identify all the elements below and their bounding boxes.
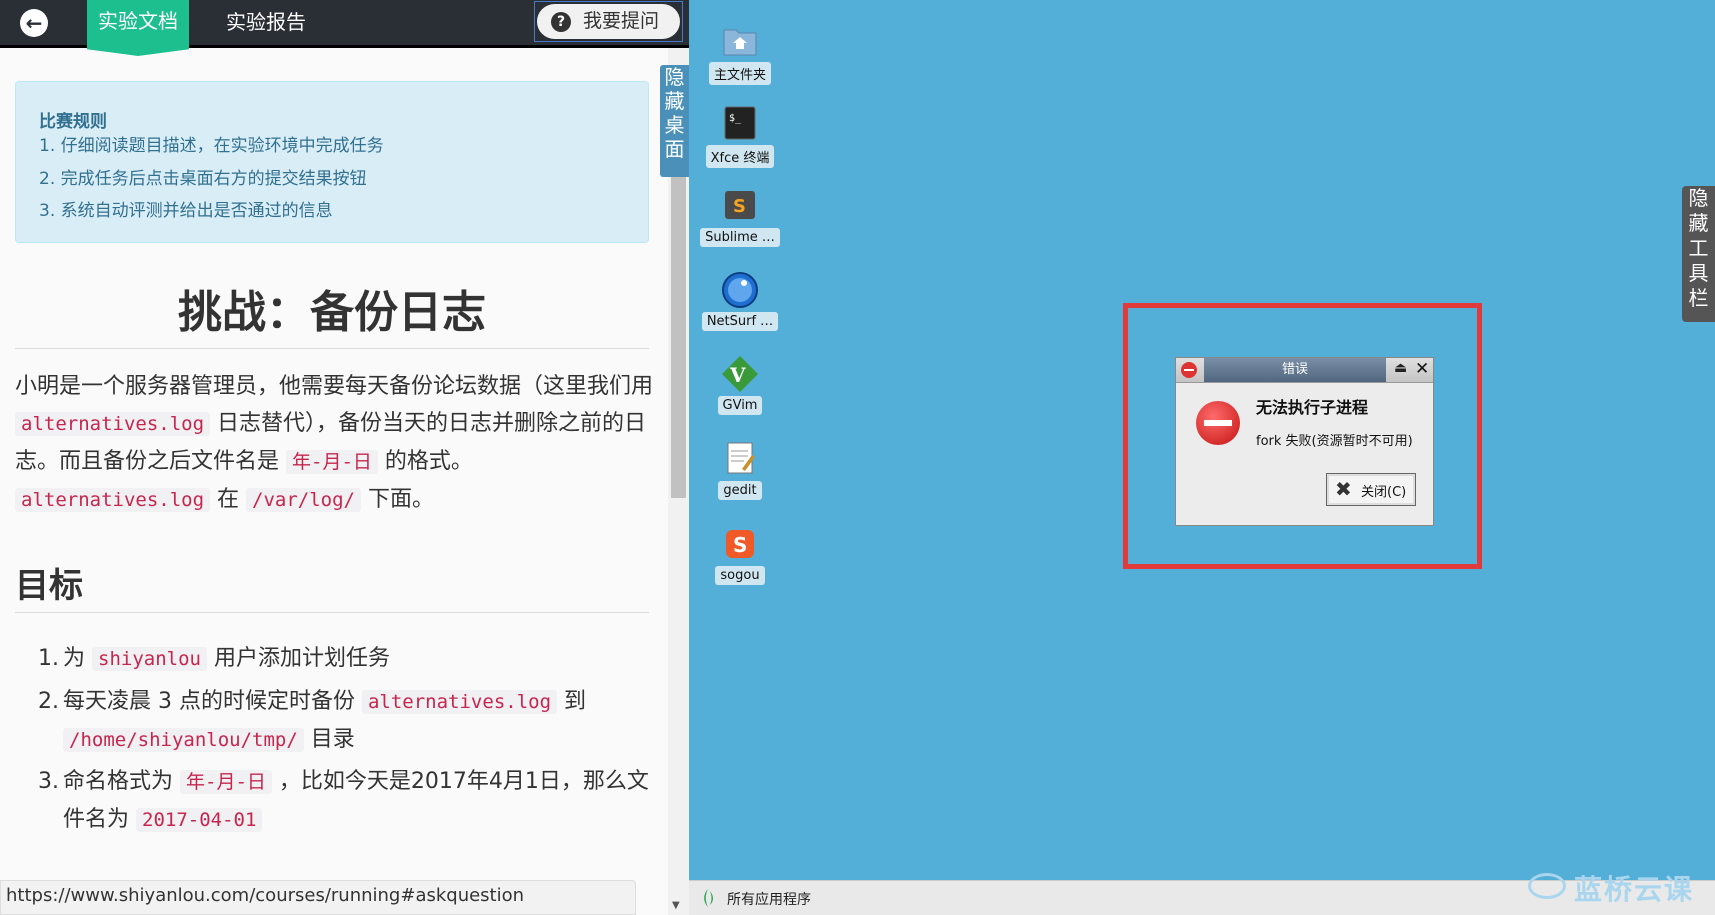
terminal-icon: $_ [720,103,760,143]
rule-item: 1. 仔细阅读题目描述，在实验环境中完成任务 [39,136,384,156]
window-menu-icon[interactable] [1181,362,1197,378]
inline-code: alternatives.log [15,488,211,512]
svg-text:V: V [729,363,746,387]
doc-scrollbar[interactable]: ▼ [668,48,689,915]
inline-code: 年-月-日 [180,770,272,794]
goal-heading: 目标 [15,566,83,606]
inline-code: /home/shiyanlou/tmp/ [63,728,304,752]
arrow-left-icon: ← [25,11,43,35]
inline-code: alternatives.log [15,412,211,436]
inline-code: alternatives.log [361,690,558,714]
error-icon [1196,401,1240,445]
goal-item: 3. 命名格式为 年-月-日 ，比如今天是2017年4月1日，那么文件名为 20… [38,769,649,832]
close-icon[interactable]: ✕ [1415,359,1429,379]
goal-item: 1. 为 shiyanlou 用户添加计划任务 [38,646,390,671]
sublime-icon: S [720,186,760,226]
scroll-down-icon[interactable]: ▼ [672,900,680,911]
sogou-icon: S [720,524,760,564]
close-button-label: 关闭(C) [1361,485,1407,500]
back-button[interactable]: ← [20,9,48,37]
divider [15,612,649,613]
inline-code: 年-月-日 [286,450,378,474]
status-url: https://www.shiyanlou.com/courses/runnin… [0,880,636,915]
home-folder-icon [720,20,760,60]
rules-title: 比赛规则 [39,112,107,132]
lanqiao-logo-icon [1528,873,1566,899]
ask-question-label: 我要提问 [583,10,660,32]
divider [15,348,649,349]
tab-lab-document[interactable]: 实验文档 [87,0,189,56]
desktop-icon-home[interactable]: 主文件夹 [700,20,780,85]
scroll-thumb[interactable] [671,176,686,498]
dialog-title: 错误 [1204,358,1386,382]
netsurf-icon [720,270,760,310]
error-dialog: 错误 ⏏ ✕ 无法执行子进程 fork 失败(资源暂时不可用) ✖ 关闭(C) [1175,357,1434,526]
dialog-titlebar[interactable]: 错误 ⏏ ✕ [1176,358,1433,383]
desktop-icon-gedit[interactable]: gedit [700,439,780,500]
rule-item: 3. 系统自动评测并给出是否通过的信息 [39,201,333,221]
desktop-icon-gvim[interactable]: V GVim [700,354,780,415]
question-icon: ? [551,12,571,32]
gvim-icon: V [720,354,760,394]
dialog-message: fork 失败(资源暂时不可用) [1256,434,1413,449]
hide-desktop-button[interactable]: 隐藏桌面 [660,65,689,177]
top-navbar: ← 实验文档 实验报告 ? 我要提问 [0,0,689,56]
tab-lab-report[interactable]: 实验报告 [226,0,306,44]
ask-question-button[interactable]: ? 我要提问 [534,1,683,42]
gedit-icon [720,439,760,479]
close-x-icon: ✖ [1335,477,1352,501]
svg-text:$_: $_ [729,113,742,124]
challenge-title: 挑战：备份日志 [178,287,486,338]
desktop-icon-netsurf[interactable]: NetSurf … [700,270,780,331]
inline-code: 2017-04-01 [136,808,263,832]
dialog-close-button[interactable]: ✖ 关闭(C) [1326,473,1416,506]
all-apps-menu[interactable]: 所有应用程序 [727,889,811,909]
desktop-icon-terminal[interactable]: $_ Xfce 终端 [700,103,780,168]
rules-box: 比赛规则 1. 仔细阅读题目描述，在实验环境中完成任务 2. 完成任务后点击桌面… [15,81,649,243]
desktop-icon-sogou[interactable]: S sogou [700,524,780,585]
apps-menu-icon[interactable] [701,888,715,908]
dialog-heading: 无法执行子进程 [1256,398,1369,417]
inline-code: /var/log/ [246,488,361,512]
desktop-icon-sublime[interactable]: S Sublime … [700,186,780,247]
intro-paragraph: 小明是一个服务器管理员，他需要每天备份论坛数据（这里我们用 alternativ… [15,374,654,512]
rule-item: 2. 完成任务后点击桌面右方的提交结果按钮 [39,169,367,189]
doc-panel: ← 实验文档 实验报告 ? 我要提问 比赛规则 1. 仔细阅读题目描述，在实验环… [0,0,689,915]
goal-item: 2. 每天凌晨 3 点的时候定时备份 alternatives.log 到 /h… [38,689,587,752]
inline-code: shiyanlou [92,647,207,671]
shade-icon[interactable]: ⏏ [1394,360,1407,376]
svg-text:S: S [733,533,747,557]
svg-text:S: S [733,196,746,217]
hide-toolbar-button[interactable]: 隐藏工具栏 [1682,186,1715,322]
